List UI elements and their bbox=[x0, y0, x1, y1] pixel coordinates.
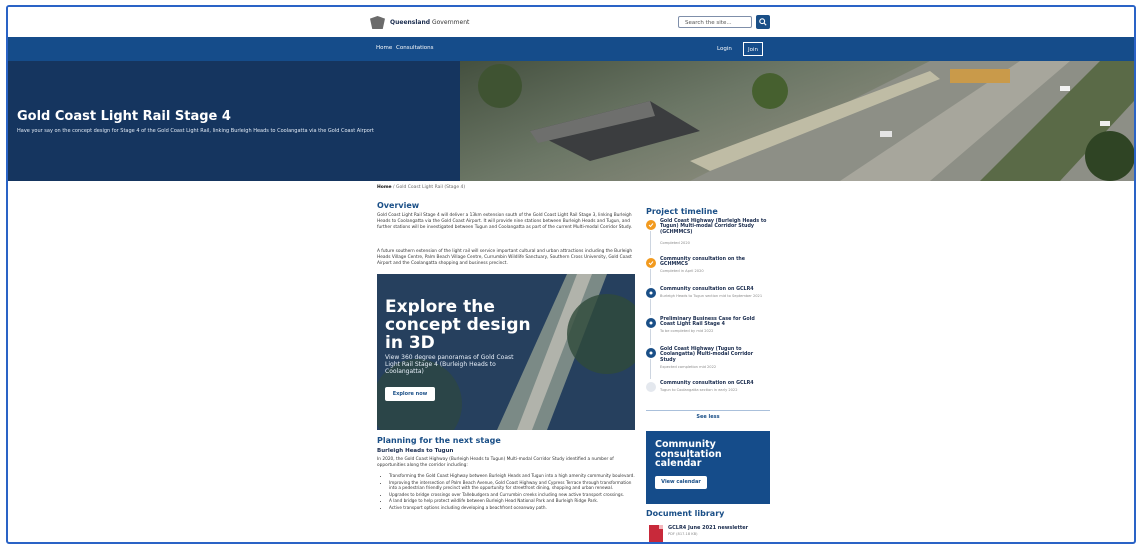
clock-icon bbox=[646, 288, 656, 298]
timeline-heading: Project timeline bbox=[646, 207, 718, 216]
pdf-icon bbox=[649, 525, 663, 542]
timeline-item-name: Community consultation on GCLR4 bbox=[660, 287, 754, 292]
timeline-item-name: Community consultation on GCLR4 bbox=[660, 381, 754, 386]
explore-now-button[interactable]: Explore now bbox=[385, 387, 435, 401]
qld-crest-icon bbox=[370, 16, 385, 29]
clock-icon bbox=[646, 318, 656, 328]
page-subtitle: Have your say on the concept design for … bbox=[17, 128, 374, 134]
overview-paragraph-2: A future southern extension of the light… bbox=[377, 249, 633, 266]
timeline-item[interactable]: Community consultation on GCLR4 Burleigh… bbox=[646, 287, 770, 317]
login-link[interactable]: Login bbox=[717, 46, 732, 52]
list-item: Upgrades to bridge crossings over Talleb… bbox=[389, 492, 639, 498]
search-button[interactable] bbox=[756, 15, 770, 29]
hero-image bbox=[460, 61, 1134, 181]
timeline-item-status: Burleigh Heads to Tugun section mid to S… bbox=[660, 294, 763, 298]
timeline-item-status: Tugun to Coolangatta section in early 20… bbox=[660, 388, 738, 392]
timeline-item-status: To be completed by mid 2022 bbox=[660, 329, 714, 333]
planning-intro: In 2020, the Gold Coast Highway (Burleig… bbox=[377, 457, 614, 468]
timeline-item[interactable]: Gold Coast Highway (Tugun to Coolangatta… bbox=[646, 347, 770, 381]
calendar-title: Community consultation calendar bbox=[655, 439, 722, 469]
timeline-item[interactable]: Preliminary Business Case for Gold Coast… bbox=[646, 317, 770, 347]
logo-text: Queensland Government bbox=[390, 19, 470, 26]
timeline-item-status: Completed 2020 bbox=[660, 241, 690, 245]
timeline-connector bbox=[650, 231, 651, 255]
timeline-item[interactable]: Community consultation on GCLR4 Tugun to… bbox=[646, 381, 770, 401]
page-title: Gold Coast Light Rail Stage 4 bbox=[17, 109, 231, 124]
browser-viewport: Queensland Government Search the site...… bbox=[6, 5, 1136, 544]
check-icon bbox=[646, 258, 656, 268]
view-calendar-button[interactable]: View calendar bbox=[655, 476, 707, 489]
hero-banner: Gold Coast Light Rail Stage 4 Have your … bbox=[8, 61, 1134, 181]
timeline-connector bbox=[650, 299, 651, 315]
document-link[interactable]: GCLR4 June 2021 newsletter bbox=[668, 525, 748, 531]
list-item: Improving the intersection of Palm Beach… bbox=[389, 480, 639, 491]
list-item: A land bridge to help protect wildlife b… bbox=[389, 498, 639, 504]
document-library-heading: Document library bbox=[646, 509, 725, 518]
document-meta: PDF (817.18 KB) bbox=[668, 532, 698, 536]
breadcrumb-home[interactable]: Home bbox=[377, 185, 392, 190]
breadcrumb-current: Gold Coast Light Rail (Stage 4) bbox=[396, 185, 466, 190]
main-nav: Home Consultations Login Join bbox=[8, 37, 1134, 61]
check-icon bbox=[646, 220, 656, 230]
breadcrumb: Home / Gold Coast Light Rail (Stage 4) bbox=[377, 185, 466, 190]
timeline-connector bbox=[650, 359, 651, 379]
list-item: Active transport options including devel… bbox=[389, 505, 639, 511]
planning-subheading: Burleigh Heads to Tugun bbox=[377, 448, 454, 454]
timeline-item-status: Completed in April 2020 bbox=[660, 269, 704, 273]
timeline-item-name: Community consultation on the GCHMMCS bbox=[660, 257, 746, 268]
circle-icon bbox=[646, 382, 656, 392]
overview-paragraph-1: Gold Coast Light Rail Stage 4 will deliv… bbox=[377, 213, 632, 230]
timeline-item[interactable]: Community consultation on the GCHMMCS Co… bbox=[646, 257, 770, 287]
timeline-item[interactable]: Gold Coast Highway (Burleigh Heads to Tu… bbox=[646, 219, 770, 257]
timeline-connector bbox=[650, 269, 651, 285]
overview-heading: Overview bbox=[377, 201, 420, 210]
search-icon bbox=[759, 18, 767, 26]
clock-icon bbox=[646, 348, 656, 358]
explore-3d-promo: Explore the concept design in 3D View 36… bbox=[377, 274, 635, 430]
timeline-item-name: Gold Coast Highway (Burleigh Heads to Tu… bbox=[660, 219, 767, 235]
nav-home[interactable]: Home bbox=[376, 45, 392, 51]
timeline-connector bbox=[650, 329, 651, 345]
planning-list: Transforming the Gold Coast Highway betw… bbox=[383, 473, 639, 512]
search-input[interactable]: Search the site... bbox=[678, 16, 752, 28]
site-header: Queensland Government Search the site... bbox=[8, 7, 1134, 37]
site-logo[interactable]: Queensland Government bbox=[370, 16, 469, 29]
consultation-calendar-card: Community consultation calendar View cal… bbox=[646, 431, 770, 504]
timeline-item-status: Expected completion mid 2022 bbox=[660, 365, 717, 369]
join-button[interactable]: Join bbox=[743, 42, 763, 56]
nav-consultations[interactable]: Consultations bbox=[396, 45, 434, 51]
timeline-item-name: Preliminary Business Case for Gold Coast… bbox=[660, 317, 755, 328]
see-less-link[interactable]: See less bbox=[646, 410, 770, 420]
hero-text-panel: Gold Coast Light Rail Stage 4 Have your … bbox=[8, 61, 460, 181]
promo-subtitle: View 360 degree panoramas of Gold Coast … bbox=[385, 354, 514, 375]
timeline-item-name: Gold Coast Highway (Tugun to Coolangatta… bbox=[660, 347, 754, 363]
project-timeline: Gold Coast Highway (Burleigh Heads to Tu… bbox=[646, 219, 770, 401]
planning-heading: Planning for the next stage bbox=[377, 436, 501, 445]
list-item: Transforming the Gold Coast Highway betw… bbox=[389, 473, 639, 479]
promo-title: Explore the concept design in 3D bbox=[385, 297, 531, 353]
